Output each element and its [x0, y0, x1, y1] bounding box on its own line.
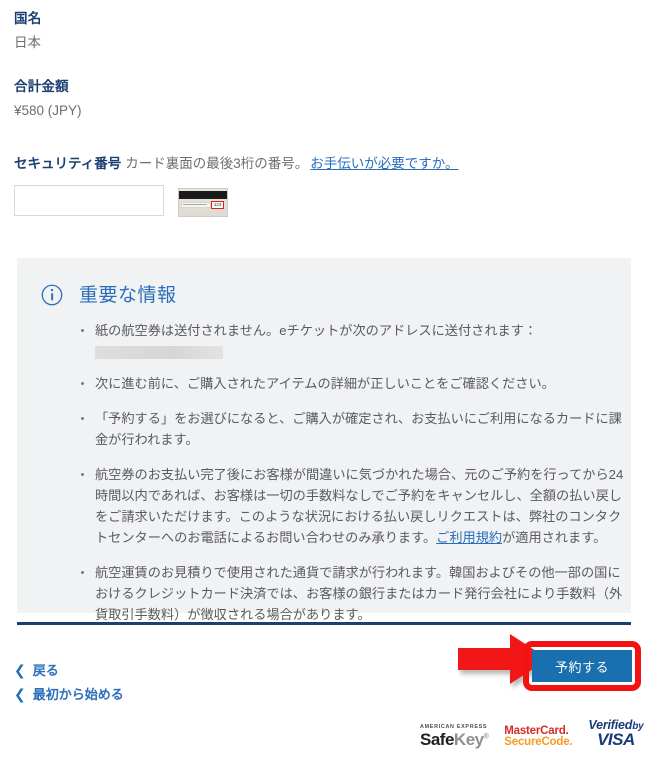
securecode-wordmark: SecureCode.	[504, 736, 573, 748]
chevron-left-icon: ❮	[14, 686, 26, 702]
important-information-panel: 重要な情報 紙の航空券は送付されません。eチケットが次のアドレスに送付されます：…	[17, 258, 631, 622]
payment-security-logos: AMERICAN EXPRESS SafeKey® MasterCard. Se…	[420, 712, 644, 749]
info-bullet-3-text: 「予約する」をお選びになると、ご購入が確定され、お支払いにご利用になるカードに課…	[95, 411, 622, 447]
info-bullet-5-text: 航空運賃のお見積りで使用された通貨で請求が行われます。韓国およびその他一部の国に…	[95, 565, 623, 622]
card-signature-panel	[181, 202, 211, 208]
restart-link-label: 最初から始める	[32, 687, 124, 702]
visa-wordmark: VISA	[597, 730, 635, 749]
country-field-block: 国名 日本	[14, 10, 41, 53]
country-label: 国名	[14, 11, 42, 26]
registered-mark-icon: ®	[483, 733, 489, 741]
security-code-hint: カード裏面の最後3桁の番号。	[125, 156, 309, 171]
terms-of-use-link[interactable]: ご利用規約	[436, 530, 502, 545]
info-bullet-3: 「予約する」をお選びになると、ご購入が確定され、お支払いにご利用になるカードに課…	[81, 408, 625, 450]
info-bullet-1: 紙の航空券は送付されません。eチケットが次のアドレスに送付されます：	[81, 320, 625, 359]
back-link-label: 戻る	[32, 663, 59, 678]
amex-safekey-logo: AMERICAN EXPRESS SafeKey®	[420, 724, 489, 749]
info-bullet-2-text: 次に進む前に、ご購入されたアイテムの詳細が正しいことをご確認ください。	[95, 376, 555, 391]
card-signature-line	[183, 204, 207, 205]
redacted-email-address	[95, 346, 223, 359]
info-circle-icon	[41, 284, 63, 306]
security-code-input[interactable]	[14, 185, 164, 216]
amex-safekey-wordmark: SafeKey®	[420, 730, 489, 749]
important-information-title: 重要な情報	[79, 285, 177, 306]
total-amount-label: 合計金額	[14, 79, 69, 94]
security-code-label: セキュリティ番号	[14, 156, 122, 171]
safekey-bold-part: Safe	[420, 730, 454, 749]
info-bullet-4-text-after: が適用されます。	[502, 530, 607, 545]
chevron-left-icon: ❮	[14, 662, 26, 678]
card-magnetic-stripe	[179, 191, 227, 199]
important-information-list: 紙の航空券は送付されません。eチケットが次のアドレスに送付されます： 次に進む前…	[77, 320, 625, 639]
total-amount-field-block: 合計金額 ¥580 (JPY)	[14, 78, 82, 121]
back-link[interactable]: ❮ 戻る	[14, 660, 59, 679]
info-bullet-5: 航空運賃のお見積りで使用された通貨で請求が行われます。韓国およびその他一部の国に…	[81, 562, 625, 625]
security-code-row: セキュリティ番号 カード裏面の最後3桁の番号。 お手伝いが必要ですか。	[14, 152, 458, 172]
country-value: 日本	[14, 35, 41, 50]
safekey-light-part: Key	[453, 730, 484, 749]
card-back-cvv-image: 123	[178, 188, 228, 217]
security-code-help-link[interactable]: お手伝いが必要ですか。	[310, 156, 458, 171]
book-now-button[interactable]: 予約する	[532, 650, 632, 682]
mastercard-securecode-logo: MasterCard. SecureCode.	[504, 725, 573, 748]
info-bullet-1-text: 紙の航空券は送付されません。eチケットが次のアドレスに送付されます：	[95, 323, 538, 338]
restart-link[interactable]: ❮ 最初から始める	[14, 684, 124, 703]
total-amount-value: ¥580 (JPY)	[14, 103, 82, 118]
section-divider	[17, 622, 631, 625]
info-bullet-4: 航空券のお支払い完了後にお客様が間違いに気づかれた場合、元のご予約を行ってから2…	[81, 464, 625, 548]
verified-by-visa-logo: Verifiedby VISA	[588, 719, 643, 748]
card-cvv-highlight: 123	[211, 201, 224, 209]
info-bullet-2: 次に進む前に、ご購入されたアイテムの詳細が正しいことをご確認ください。	[81, 373, 625, 394]
